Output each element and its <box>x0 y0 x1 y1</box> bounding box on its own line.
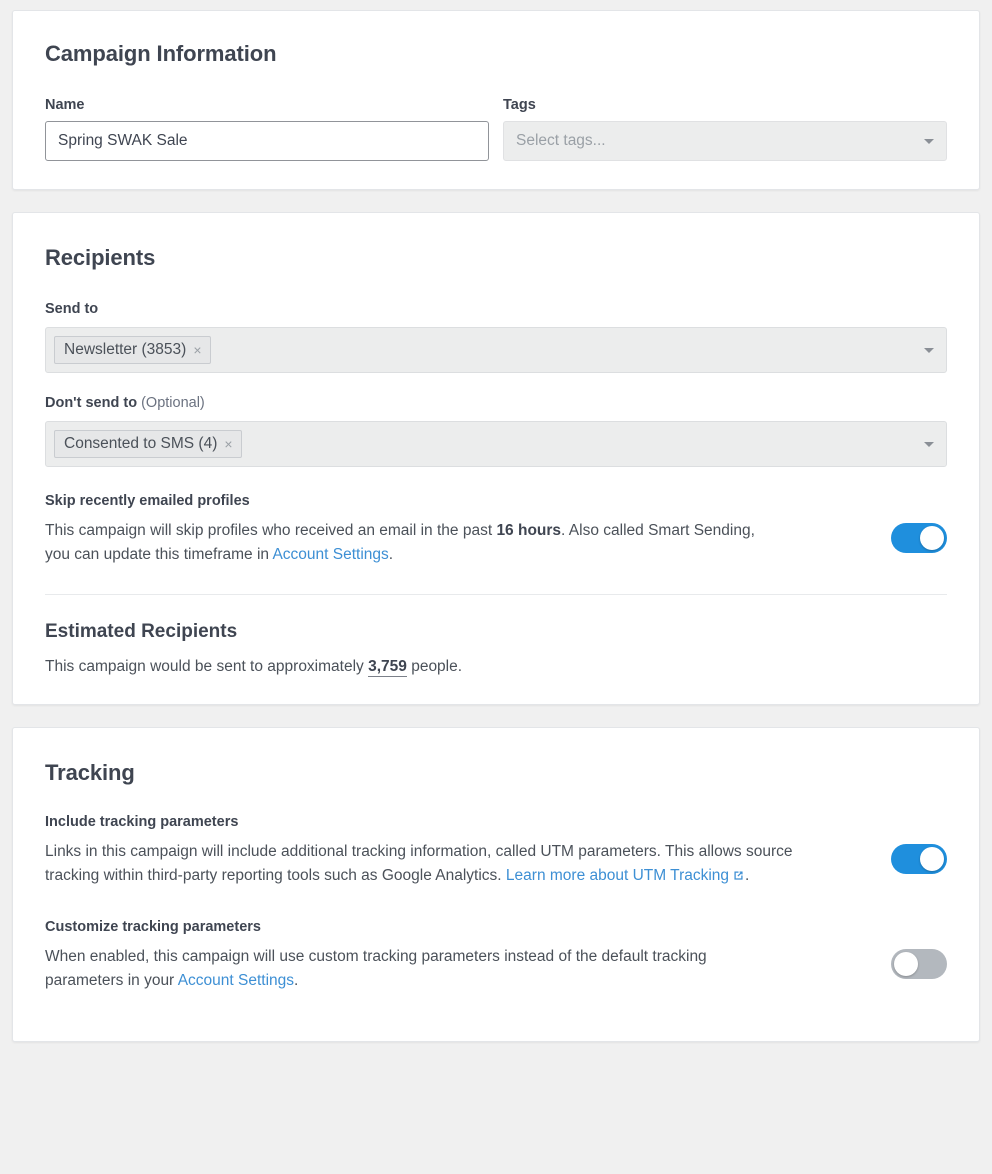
dont-send-to-optional: (Optional) <box>141 395 205 411</box>
chevron-down-icon <box>924 139 934 144</box>
skip-recently-emailed-row: This campaign will skip profiles who rec… <box>45 519 947 566</box>
dont-send-to-label-text: Don't send to <box>45 395 138 411</box>
utm-tracking-link[interactable]: Learn more about UTM Tracking <box>506 867 745 884</box>
skip-recently-emailed-label: Skip recently emailed profiles <box>45 493 250 509</box>
tags-placeholder: Select tags... <box>516 132 606 149</box>
customize-tracking-label: Customize tracking parameters <box>45 919 261 936</box>
name-label: Name <box>45 97 85 113</box>
token-label: Newsletter (3853) <box>64 340 187 358</box>
skip-recently-emailed-description: This campaign will skip profiles who rec… <box>45 519 760 566</box>
campaign-name-input[interactable] <box>45 121 489 161</box>
token-dont-send-to[interactable]: Consented to SMS (4) × <box>54 429 242 459</box>
include-tracking-toggle[interactable] <box>891 844 947 875</box>
tracking-card: Tracking Include tracking parameters Lin… <box>12 727 980 1042</box>
close-icon[interactable]: × <box>193 343 201 357</box>
recipients-card: Recipients Send to Newsletter (3853) × D… <box>12 212 980 706</box>
dont-send-to-label: Don't send to (Optional) <box>45 395 947 411</box>
name-field-group: Name <box>45 97 489 161</box>
campaign-information-fields: Name Tags Select tags... <box>45 97 947 161</box>
token-send-to[interactable]: Newsletter (3853) × <box>54 335 211 365</box>
skip-text-part3: . <box>388 545 394 563</box>
tags-field-group: Tags Select tags... <box>503 97 947 161</box>
utm-tracking-link-label: Learn more about UTM Tracking <box>505 866 730 884</box>
skip-timeframe: 16 hours <box>496 522 562 539</box>
dont-send-to-select[interactable]: Consented to SMS (4) × <box>45 421 947 467</box>
estimated-count[interactable]: 3,759 <box>368 658 407 678</box>
include-text-part2: . <box>745 866 750 884</box>
estimated-recipients-group: Estimated Recipients This campaign would… <box>45 621 947 678</box>
send-to-label: Send to <box>45 301 99 317</box>
toggle-knob <box>894 952 918 977</box>
customize-tracking-description: When enabled, this campaign will use cus… <box>45 945 775 992</box>
campaign-information-card: Campaign Information Name Tags Select ta… <box>12 10 980 190</box>
estimated-recipients-title: Estimated Recipients <box>45 621 238 643</box>
customize-tracking-row: When enabled, this campaign will use cus… <box>45 945 947 992</box>
chevron-down-icon <box>924 442 934 447</box>
dont-send-to-group: Don't send to (Optional) Consented to SM… <box>45 395 947 467</box>
customize-text-part2: . <box>294 971 299 989</box>
customize-tracking-group: Customize tracking parameters When enabl… <box>45 919 947 992</box>
close-icon[interactable]: × <box>224 437 232 451</box>
estimated-text-part2: people. <box>406 658 463 676</box>
tracking-title: Tracking <box>45 760 135 786</box>
customize-tracking-toggle[interactable] <box>891 949 947 980</box>
tags-label: Tags <box>503 97 536 113</box>
include-tracking-row: Links in this campaign will include addi… <box>45 840 947 889</box>
skip-recently-emailed-group: Skip recently emailed profiles This camp… <box>45 493 947 566</box>
recipients-title: Recipients <box>45 245 156 270</box>
skip-recently-emailed-toggle[interactable] <box>891 523 947 553</box>
chevron-down-icon <box>924 348 934 353</box>
section-divider <box>45 594 947 596</box>
send-to-select[interactable]: Newsletter (3853) × <box>45 327 947 373</box>
toggle-knob <box>920 526 944 550</box>
customize-text-part1: When enabled, this campaign will use cus… <box>45 948 707 989</box>
campaign-settings-page: Campaign Information Name Tags Select ta… <box>0 0 992 1056</box>
token-label: Consented to SMS (4) <box>64 434 218 452</box>
include-tracking-description: Links in this campaign will include addi… <box>45 840 815 889</box>
skip-text-part1: This campaign will skip profiles who rec… <box>45 522 497 539</box>
estimated-text-part1: This campaign would be sent to approxima… <box>45 658 369 676</box>
tags-select[interactable]: Select tags... <box>503 121 947 161</box>
estimated-recipients-text: This campaign would be sent to approxima… <box>45 655 947 678</box>
toggle-knob <box>920 847 944 872</box>
account-settings-link[interactable]: Account Settings <box>178 972 294 989</box>
campaign-information-title: Campaign Information <box>45 41 277 66</box>
send-to-group: Send to Newsletter (3853) × <box>45 301 947 373</box>
include-tracking-label: Include tracking parameters <box>45 814 239 831</box>
account-settings-link[interactable]: Account Settings <box>272 546 388 563</box>
include-tracking-group: Include tracking parameters Links in thi… <box>45 814 947 889</box>
external-link-icon <box>732 866 745 890</box>
